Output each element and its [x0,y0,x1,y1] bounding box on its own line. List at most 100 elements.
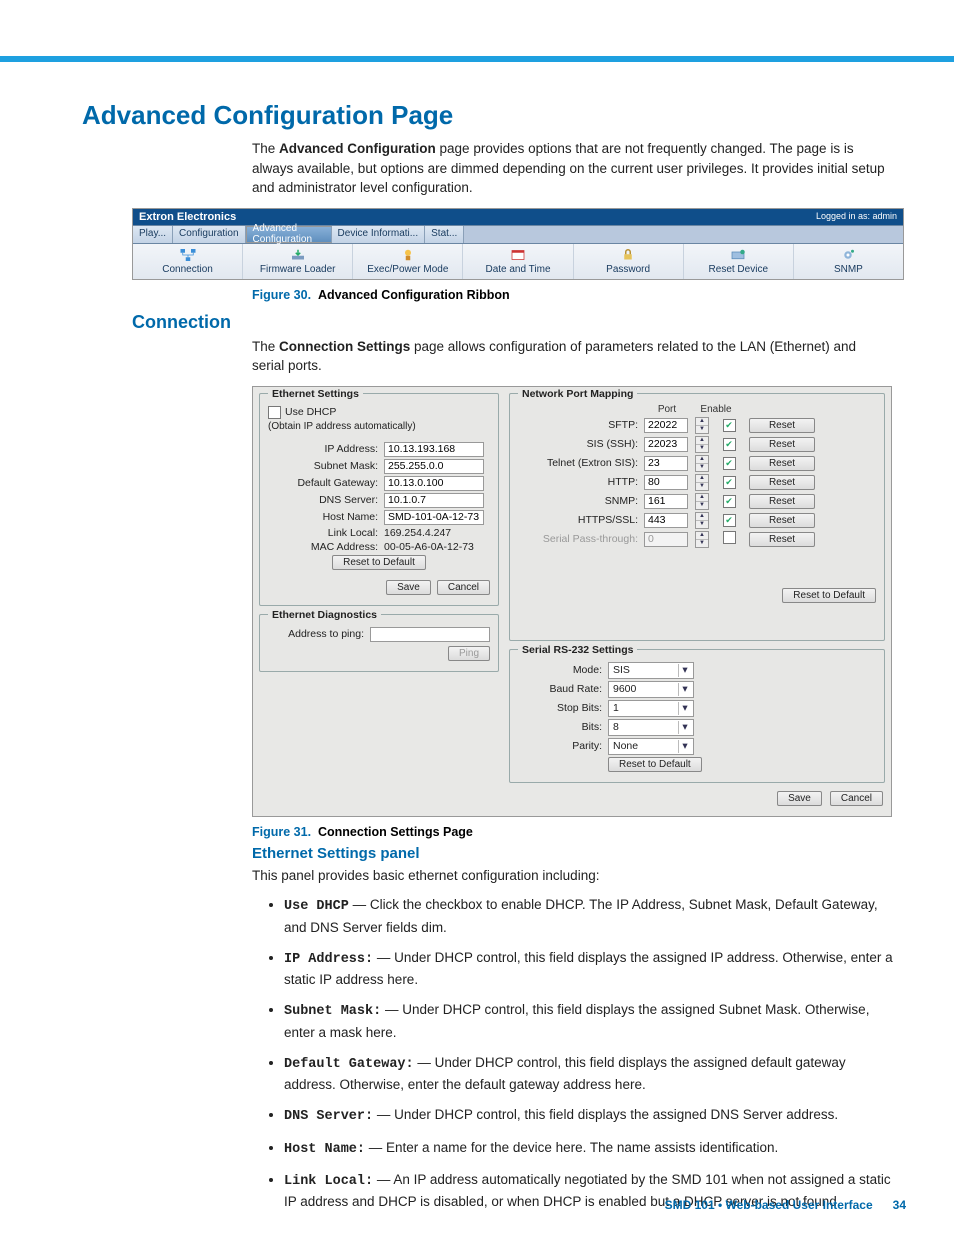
port-reset-button[interactable]: Reset [749,437,815,452]
bullet-desc: — Click the checkbox to enable DHCP. The… [284,897,878,934]
ports-reset-all-button[interactable]: Reset to Default [782,588,876,603]
ribbon-item-snmp[interactable]: SNMP [794,244,903,279]
baud-value: 9600 [613,683,636,695]
port-input[interactable] [644,456,688,471]
port-label: HTTP: [518,476,638,488]
bullet-item: Subnet Mask: — Under DHCP control, this … [284,1000,894,1043]
ribbon-header: Extron Electronics Logged in as: admin [133,209,903,225]
subnet-label: Subnet Mask: [268,460,384,472]
port-input[interactable] [644,532,688,547]
ribbon-item-reset[interactable]: Reset Device [684,244,794,279]
col-enable: Enable [696,404,736,415]
port-reset-button[interactable]: Reset [749,513,815,528]
ribbon-item-firmware[interactable]: Firmware Loader [243,244,353,279]
port-input[interactable] [644,494,688,509]
port-reset-button[interactable]: Reset [749,475,815,490]
chevron-up-icon: ▲ [696,418,708,426]
linklocal-label: Link Local: [268,527,384,539]
parity-select[interactable]: None▾ [608,738,694,755]
ping-button[interactable]: Ping [448,646,490,661]
chevron-up-icon: ▲ [696,494,708,502]
tab-configuration[interactable]: Configuration [173,226,245,243]
bottom-save-button[interactable]: Save [777,791,822,806]
bullet-item: Default Gateway: — Under DHCP control, t… [284,1053,894,1096]
port-row: HTTPS/SSL:▲▼✔Reset [518,512,876,529]
dns-input[interactable] [384,493,484,508]
port-enable-checkbox[interactable]: ✔ [723,514,736,527]
port-spinner[interactable]: ▲▼ [695,455,709,472]
port-enable-checkbox[interactable]: ✔ [723,476,736,489]
port-reset-button[interactable]: Reset [749,494,815,509]
port-spinner[interactable]: ▲▼ [695,417,709,434]
label: Password [606,264,650,275]
chevron-up-icon: ▲ [696,437,708,445]
text-bold: Connection Settings [279,339,410,354]
ribbon-item-password[interactable]: Password [574,244,684,279]
gateway-input[interactable] [384,476,484,491]
port-enable-checkbox[interactable]: ✔ [723,457,736,470]
eth-save-button[interactable]: Save [386,580,431,595]
ip-input[interactable] [384,442,484,457]
port-reset-button[interactable]: Reset [749,456,815,471]
parity-label: Parity: [518,740,608,752]
text: The [252,339,279,354]
bullet-item: DNS Server: — Under DHCP control, this f… [284,1105,894,1127]
port-input[interactable] [644,475,688,490]
stop-select[interactable]: 1▾ [608,700,694,717]
port-spinner[interactable]: ▲▼ [695,436,709,453]
port-enable-checkbox[interactable] [723,531,736,544]
port-enable-checkbox[interactable]: ✔ [723,495,736,508]
subnet-input[interactable] [384,459,484,474]
tab-advanced-configuration[interactable]: Advanced Configuration [246,226,332,243]
chevron-up-icon: ▲ [696,456,708,464]
tab-device-info[interactable]: Device Informati... [332,226,426,243]
port-input[interactable] [644,437,688,452]
host-input[interactable] [384,510,484,525]
figure-number: Figure 30. [252,288,311,302]
bullet-item: Use DHCP — Click the checkbox to enable … [284,895,894,938]
port-input[interactable] [644,513,688,528]
ethernet-diagnostics-group: Ethernet Diagnostics Address to ping: Pi… [259,614,499,672]
port-spinner[interactable]: ▲▼ [695,531,709,548]
chevron-down-icon: ▼ [696,483,708,490]
ribbon-item-exec[interactable]: Exec/Power Mode [353,244,463,279]
ribbon-item-datetime[interactable]: Date and Time [463,244,573,279]
tab-play[interactable]: Play... [133,226,173,243]
port-label: SNMP: [518,495,638,507]
label: Firmware Loader [260,264,336,275]
baud-select[interactable]: 9600▾ [608,681,694,698]
label: Date and Time [485,264,550,275]
mode-select[interactable]: SIS▾ [608,662,694,679]
eth-cancel-button[interactable]: Cancel [437,580,490,595]
tab-stat[interactable]: Stat... [425,226,464,243]
eth-intro-text: This panel provides basic ethernet confi… [252,866,892,886]
heading-eth-settings-panel: Ethernet Settings panel [252,845,906,862]
port-row: SIS (SSH): ▲▼ ✔ Reset [518,436,876,453]
gateway-label: Default Gateway: [268,477,384,489]
ping-addr-input[interactable] [370,627,490,642]
eth-reset-button[interactable]: Reset to Default [332,555,426,570]
port-spinner[interactable]: ▲▼ [695,512,709,529]
port-label: SIS (SSH): [518,438,638,450]
port-enable-checkbox[interactable]: ✔ [723,438,736,451]
ribbon-item-connection[interactable]: Connection [133,244,243,279]
parity-value: None [613,740,638,752]
chevron-up-icon: ▲ [696,532,708,540]
port-enable-checkbox[interactable]: ✔ [723,419,736,432]
ping-addr-label: Address to ping: [268,628,370,640]
port-reset-button[interactable]: Reset [749,532,815,547]
serial-reset-button[interactable]: Reset to Default [608,757,702,772]
bits-select[interactable]: 8▾ [608,719,694,736]
figure-title: Connection Settings Page [318,825,473,839]
dns-label: DNS Server: [268,494,384,506]
port-reset-button[interactable]: Reset [749,418,815,433]
bottom-cancel-button[interactable]: Cancel [830,791,883,806]
dhcp-checkbox[interactable] [268,406,281,419]
port-label: Serial Pass-through: [518,533,638,545]
group-title: Ethernet Diagnostics [268,609,381,621]
port-spinner[interactable]: ▲▼ [695,493,709,510]
host-label: Host Name: [268,511,384,523]
port-spinner[interactable]: ▲▼ [695,474,709,491]
bullet-term: Host Name: [284,1142,365,1157]
port-input[interactable] [644,418,688,433]
